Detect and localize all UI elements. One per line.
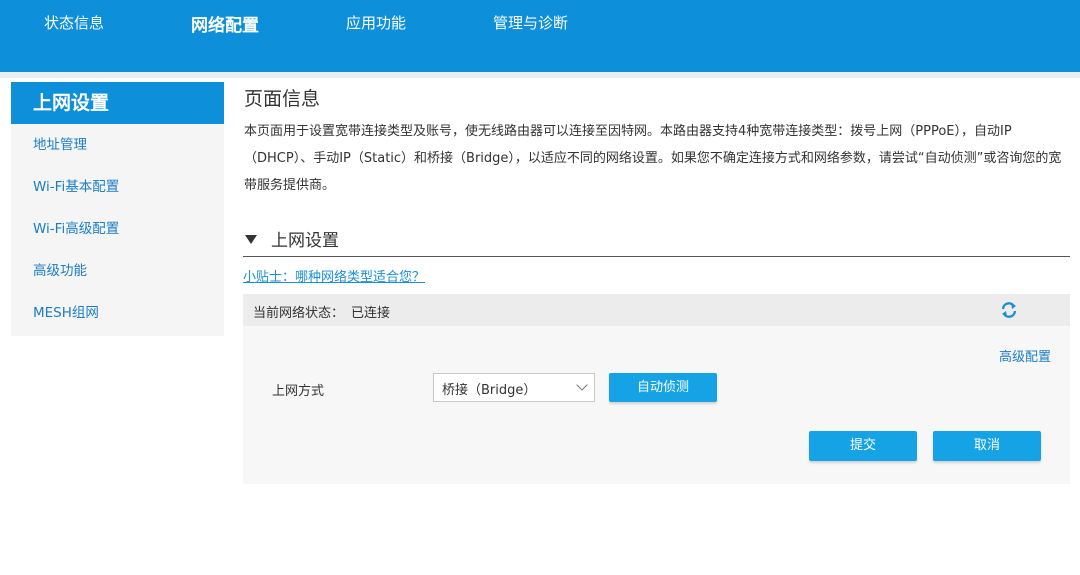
sidebar-item-wifi-advanced[interactable]: Wi-Fi高级配置	[11, 208, 224, 250]
advanced-config-link[interactable]: 高级配置	[999, 346, 1051, 365]
status-label: 当前网络状态：	[253, 306, 345, 321]
sidebar-item-address-management[interactable]: 地址管理	[11, 124, 224, 166]
connection-mode-label: 上网方式	[272, 384, 325, 399]
connection-mode-value: 桥接（Bridge）	[442, 383, 537, 398]
nav-item-management[interactable]: 管理与诊断	[493, 12, 568, 33]
section-header[interactable]: 上网设置	[243, 225, 1070, 257]
nav-item-applications[interactable]: 应用功能	[346, 12, 406, 33]
sidebar: 上网设置 地址管理 Wi-Fi基本配置 Wi-Fi高级配置 高级功能 MESH组…	[11, 82, 224, 336]
connection-form: 高级配置 上网方式 桥接（Bridge） 自动侦测 提交 取消	[243, 326, 1070, 484]
sidebar-item-internet-settings[interactable]: 上网设置	[11, 82, 224, 124]
connection-mode-select[interactable]: 桥接（Bridge）	[433, 373, 595, 402]
top-header: 状态信息 网络配置 应用功能 管理与诊断	[0, 0, 1080, 72]
tip-link[interactable]: 小贴士：哪种网络类型适合您？	[243, 266, 425, 285]
sidebar-item-advanced-features[interactable]: 高级功能	[11, 250, 224, 292]
auto-detect-button[interactable]: 自动侦测	[609, 373, 717, 402]
chevron-down-icon	[576, 379, 588, 391]
submit-button[interactable]: 提交	[809, 431, 917, 461]
sidebar-item-wifi-basic[interactable]: Wi-Fi基本配置	[11, 166, 224, 208]
refresh-icon[interactable]	[999, 300, 1019, 320]
status-value: 已连接	[351, 306, 391, 321]
cancel-button[interactable]: 取消	[933, 431, 1041, 461]
header-divider	[0, 72, 1080, 78]
network-status-bar: 当前网络状态： 已连接	[243, 294, 1070, 326]
collapse-triangle-icon[interactable]	[245, 235, 257, 244]
nav-item-status[interactable]: 状态信息	[44, 12, 104, 33]
nav-item-network-config[interactable]: 网络配置	[191, 11, 259, 36]
page-description: 本页面用于设置宽带连接类型及账号，使无线路由器可以连接至因特网。本路由器支持4种…	[244, 124, 1062, 193]
sidebar-item-mesh[interactable]: MESH组网	[11, 292, 224, 334]
top-navigation: 状态信息 网络配置 应用功能 管理与诊断	[0, 0, 1080, 46]
page-title: 页面信息	[244, 88, 321, 110]
section-title: 上网设置	[271, 231, 339, 251]
